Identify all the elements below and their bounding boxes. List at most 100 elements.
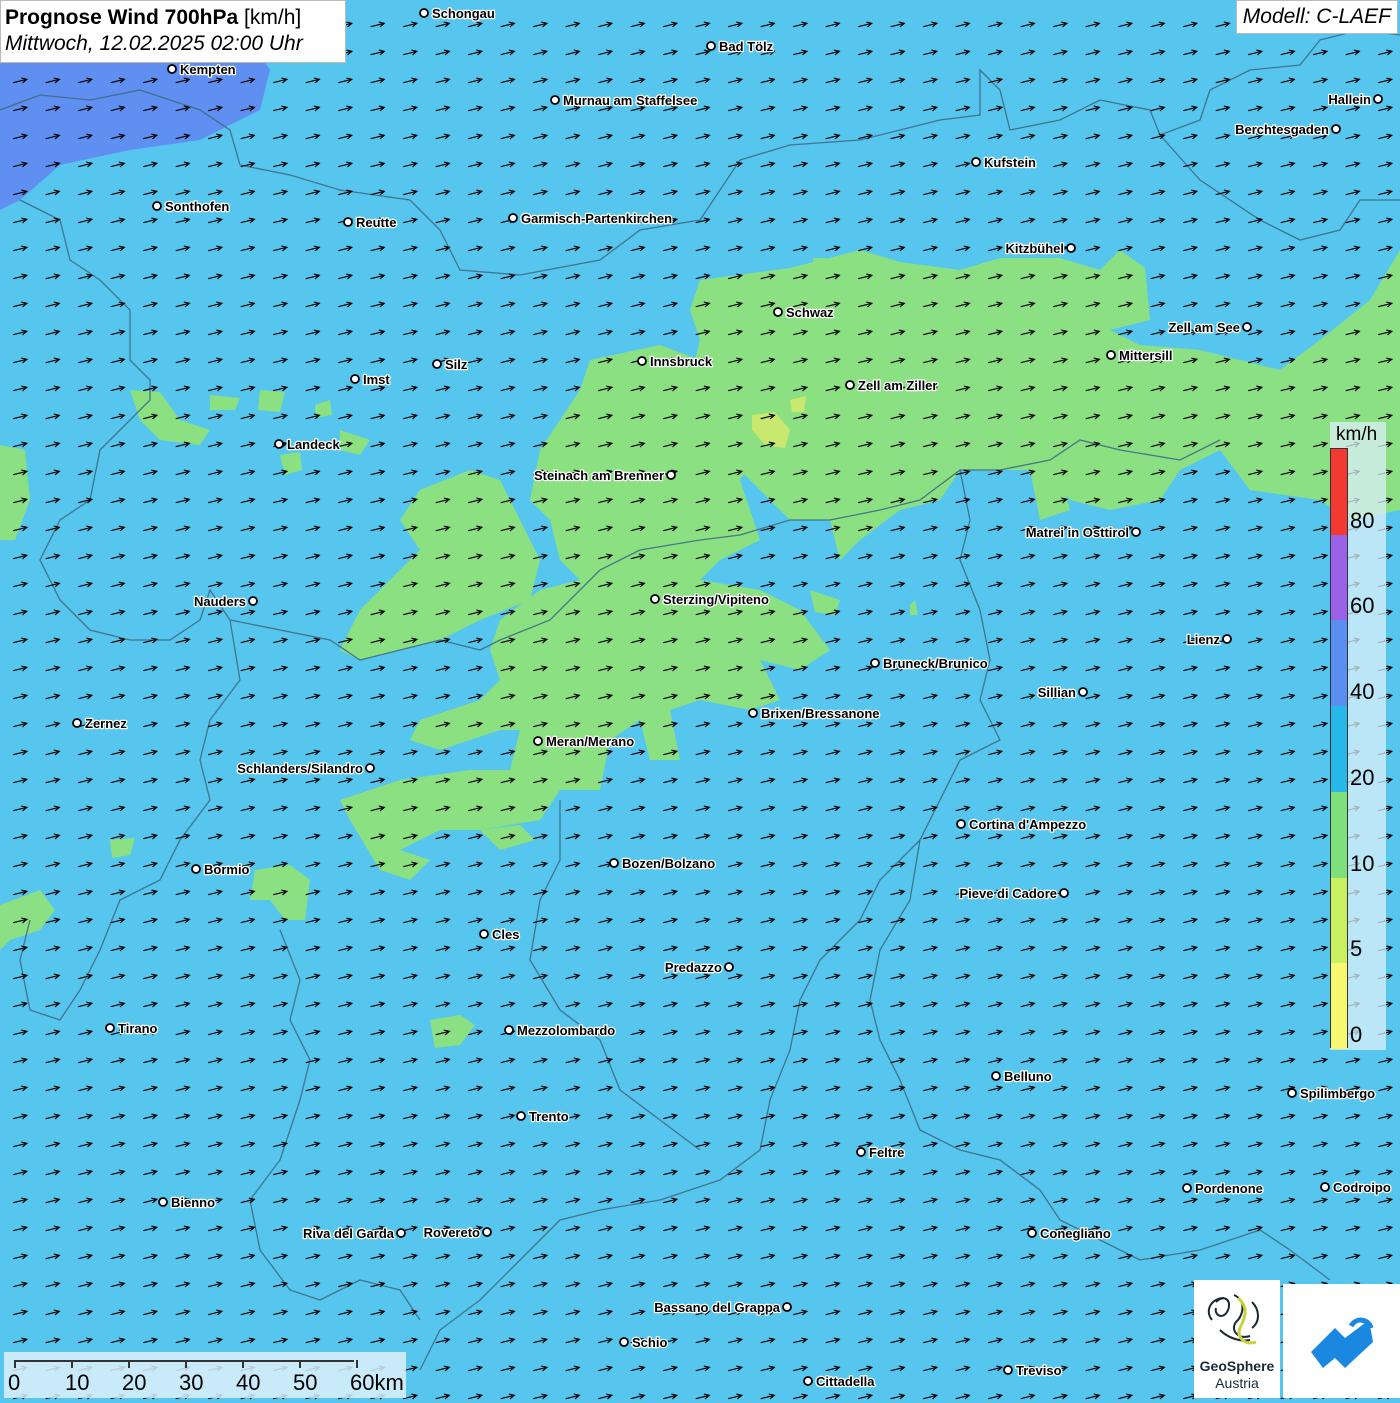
city-marker[interactable] [609,858,619,868]
map-title: Prognose Wind 700hPa [5,6,239,29]
legend-label: 20 [1350,764,1375,790]
city-marker[interactable] [1182,1183,1192,1193]
city-marker[interactable] [508,213,518,223]
city-label: Murnau am Staffelsee [563,93,697,108]
city-label: Mittersill [1119,348,1172,363]
city-marker[interactable] [479,929,489,939]
city-marker[interactable] [248,596,258,606]
city-marker[interactable] [870,658,880,668]
geosphere-logo-icon [1207,1294,1259,1345]
city-marker[interactable] [105,1023,115,1033]
scale-line [14,1360,354,1362]
city-marker[interactable] [504,1025,514,1035]
map-unit: [km/h] [244,6,302,29]
city-label: Bozen/Bolzano [622,856,715,871]
legend-swatch [1331,963,1347,1049]
city-label: Codroipo [1333,1180,1391,1195]
city-marker[interactable] [1027,1228,1037,1238]
legend-label: 10 [1350,850,1375,876]
city-marker[interactable] [1222,634,1232,644]
city-marker[interactable] [152,201,162,211]
city-label: Innsbruck [650,354,713,369]
city-marker[interactable] [167,64,177,74]
model-label: Modell: C-LAEF [1235,0,1398,34]
city-marker[interactable] [724,962,734,972]
city-marker[interactable] [1373,94,1383,104]
scale-tick [356,1360,358,1368]
city-label: Predazzo [665,960,722,975]
legend-label: 0 [1350,1022,1363,1047]
city-marker[interactable] [1131,527,1141,537]
legend-label: 60 [1350,593,1375,619]
city-marker[interactable] [432,359,442,369]
city-label: Conegliano [1040,1226,1111,1241]
city-marker[interactable] [619,1337,629,1347]
city-label: Kitzbühel [1006,241,1065,256]
city-marker[interactable] [1078,687,1088,697]
city-marker[interactable] [1059,888,1069,898]
city-marker[interactable] [773,307,783,317]
city-marker[interactable] [550,95,560,105]
city-marker[interactable] [158,1197,168,1207]
city-marker[interactable] [706,41,716,51]
city-label: Schlanders/Silandro [237,761,363,776]
wind-app-logo[interactable] [1283,1284,1400,1398]
scale-tick [299,1360,301,1368]
city-marker[interactable] [1106,350,1116,360]
wind-app-icon [1311,1317,1374,1368]
city-marker[interactable] [748,708,758,718]
city-marker[interactable] [1066,243,1076,253]
scale-label: 40 [236,1370,261,1395]
city-marker[interactable] [991,1071,1001,1081]
legend-swatch [1331,706,1347,792]
scale-tick [242,1360,244,1368]
city-marker[interactable] [845,380,855,390]
city-marker[interactable] [1287,1088,1297,1098]
city-marker[interactable] [419,8,429,18]
city-marker[interactable] [343,217,353,227]
city-label: Bruneck/Brunico [883,656,988,671]
city-label: Sillian [1038,685,1076,700]
city-label: Hallein [1328,92,1371,107]
city-marker[interactable] [666,470,676,480]
city-label: Bienno [171,1195,215,1210]
legend-swatch [1331,534,1347,621]
city-label: Schongau [432,6,495,21]
legend-swatch [1331,620,1347,707]
city-marker[interactable] [482,1227,492,1237]
city-marker[interactable] [956,819,966,829]
city-marker[interactable] [782,1302,792,1312]
city-label: Pieve di Cadore [959,886,1057,901]
city-marker[interactable] [803,1376,813,1386]
city-marker[interactable] [396,1228,406,1238]
city-marker[interactable] [1331,124,1341,134]
city-marker[interactable] [350,374,360,384]
city-marker[interactable] [971,157,981,167]
city-label: Zernez [85,716,127,731]
city-label: Pordenone [1195,1181,1263,1196]
city-marker[interactable] [516,1111,526,1121]
city-label: Bad Tölz [719,39,774,54]
legend-unit: km/h [1336,424,1378,445]
city-marker[interactable] [650,594,660,604]
scale-label: 50 [293,1370,318,1395]
city-label: Trento [529,1109,569,1124]
city-marker[interactable] [72,718,82,728]
legend-color-bar [1330,448,1348,1049]
color-legend: km/h 80 60 40 20 10 5 0 [1330,422,1386,1050]
geosphere-logo[interactable]: GeoSphere Austria [1194,1280,1280,1398]
city-label: Rovereto [424,1225,480,1240]
legend-label: 40 [1350,679,1375,705]
scale-tick [14,1360,16,1368]
scale-label: 0 [8,1370,21,1395]
city-marker[interactable] [637,356,647,366]
city-marker[interactable] [191,864,201,874]
city-label: Berchtesgaden [1235,122,1329,137]
city-marker[interactable] [533,736,543,746]
city-marker[interactable] [856,1147,866,1157]
city-marker[interactable] [1242,322,1252,332]
city-marker[interactable] [274,439,284,449]
city-marker[interactable] [1320,1182,1330,1192]
city-marker[interactable] [365,763,375,773]
city-marker[interactable] [1003,1365,1013,1375]
